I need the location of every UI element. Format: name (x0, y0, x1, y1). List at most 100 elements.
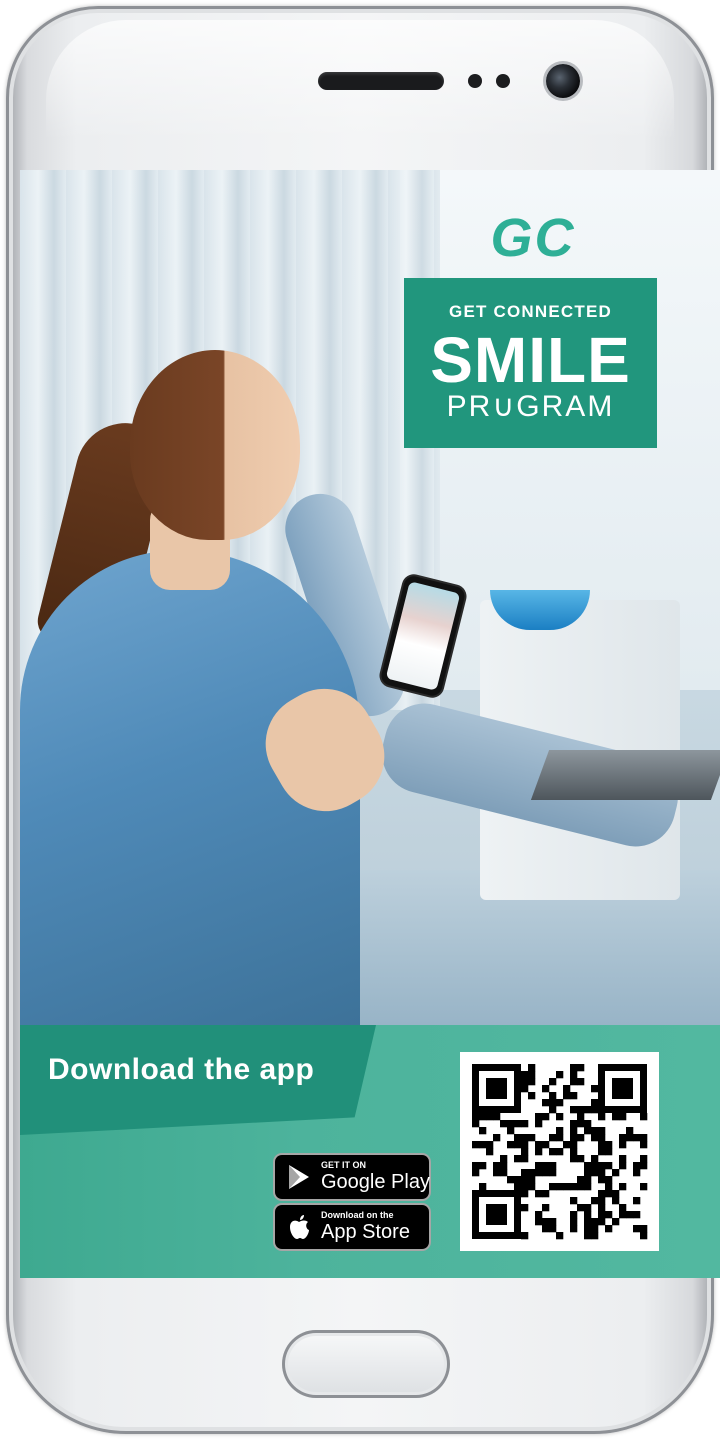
qr-module (591, 1106, 599, 1114)
qr-module (549, 1183, 557, 1191)
smile-program-logo: GET CONNECTED SMILE PR∪GRAM (404, 278, 657, 448)
qr-module (549, 1099, 557, 1107)
qr-module (598, 1127, 606, 1135)
qr-module (619, 1141, 627, 1149)
qr-module (612, 1190, 620, 1198)
qr-module (598, 1218, 606, 1226)
qr-module (507, 1176, 515, 1184)
qr-module (591, 1232, 599, 1240)
qr-module (584, 1120, 592, 1128)
qr-module (556, 1071, 564, 1079)
qr-module (514, 1183, 522, 1191)
qr-module (542, 1225, 550, 1233)
qr-module (598, 1197, 606, 1205)
front-camera-icon (546, 64, 580, 98)
qr-module (591, 1085, 599, 1093)
qr-module (472, 1141, 480, 1149)
qr-module (633, 1134, 641, 1142)
google-play-badge[interactable]: GET IT ON Google Play (275, 1155, 430, 1199)
qr-module (549, 1225, 557, 1233)
apple-icon (285, 1213, 313, 1241)
qr-module (605, 1141, 613, 1149)
qr-finder-pattern (486, 1078, 507, 1099)
home-button[interactable] (282, 1330, 450, 1398)
qr-module (591, 1127, 599, 1135)
qr-module (598, 1211, 606, 1219)
qr-module (493, 1169, 501, 1177)
qr-module (577, 1106, 585, 1114)
qr-module (570, 1183, 578, 1191)
qr-module (556, 1113, 564, 1121)
qr-module (514, 1141, 522, 1149)
qr-module (612, 1218, 620, 1226)
photo-instrument-tray (530, 750, 720, 800)
qr-module (605, 1211, 613, 1219)
qr-module (626, 1211, 634, 1219)
hero-photo: GC GET CONNECTED SMILE PR∪GRAM (20, 170, 720, 1025)
qr-module (633, 1162, 641, 1170)
download-band: Download the app GET IT ON Google Play D… (20, 1025, 720, 1278)
qr-module (486, 1113, 494, 1121)
qr-module (619, 1134, 627, 1142)
app-store-badge[interactable]: Download on the App Store (275, 1205, 429, 1249)
qr-module (521, 1141, 529, 1149)
program-subtitle: PR∪GRAM (446, 390, 615, 423)
qr-module (605, 1148, 613, 1156)
qr-module (521, 1071, 529, 1079)
qr-module (472, 1169, 480, 1177)
qr-module (486, 1148, 494, 1156)
qr-module (633, 1169, 641, 1177)
qr-module (514, 1120, 522, 1128)
qr-module (577, 1113, 585, 1121)
qr-module (535, 1141, 543, 1149)
earpiece-speaker (318, 72, 444, 90)
qr-module (500, 1120, 508, 1128)
qr-module (528, 1064, 536, 1072)
qr-module (528, 1176, 536, 1184)
qr-module (528, 1092, 536, 1100)
qr-module (479, 1113, 487, 1121)
qr-finder-pattern (612, 1078, 633, 1099)
qr-module (570, 1106, 578, 1114)
qr-module (528, 1134, 536, 1142)
qr-module (521, 1120, 529, 1128)
qr-module (542, 1169, 550, 1177)
qr-module (570, 1120, 578, 1128)
qr-module (535, 1120, 543, 1128)
qr-module (528, 1169, 536, 1177)
qr-module (598, 1169, 606, 1177)
qr-module (570, 1064, 578, 1072)
qr-module (521, 1183, 529, 1191)
qr-module (577, 1155, 585, 1163)
qr-module (556, 1232, 564, 1240)
qr-module (563, 1092, 571, 1100)
qr-module (619, 1113, 627, 1121)
qr-module (507, 1141, 515, 1149)
qr-module (542, 1162, 550, 1170)
qr-module (605, 1190, 613, 1198)
qr-module (584, 1169, 592, 1177)
qr-module (612, 1169, 620, 1177)
qr-module (591, 1225, 599, 1233)
qr-module (570, 1155, 578, 1163)
google-play-small-text: GET IT ON (321, 1160, 366, 1170)
qr-module (549, 1078, 557, 1086)
qr-module (584, 1225, 592, 1233)
qr-module (521, 1085, 529, 1093)
qr-module (598, 1134, 606, 1142)
qr-module (535, 1169, 543, 1177)
qr-module (640, 1113, 648, 1121)
qr-module (633, 1197, 641, 1205)
qr-module (521, 1232, 529, 1240)
qr-module (577, 1120, 585, 1128)
qr-module (640, 1232, 648, 1240)
qr-module (612, 1197, 620, 1205)
qr-module (535, 1113, 543, 1121)
qr-module (584, 1211, 592, 1219)
qr-module (619, 1183, 627, 1191)
qr-module (549, 1169, 557, 1177)
qr-module (500, 1155, 508, 1163)
program-title: SMILE (430, 324, 631, 396)
qr-module (535, 1148, 543, 1156)
qr-module (626, 1127, 634, 1135)
